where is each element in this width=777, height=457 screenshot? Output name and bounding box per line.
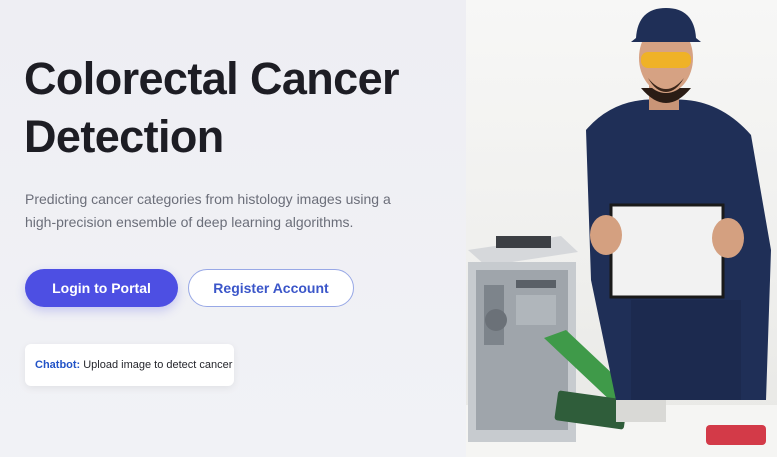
chatbot-label: Chatbot: — [35, 359, 81, 371]
hero-image-panel — [466, 0, 777, 457]
person-illustration — [586, 8, 771, 400]
login-button[interactable]: Login to Portal — [25, 269, 178, 307]
chatbot-card[interactable]: Chatbot: Upload image to detect cancer — [25, 344, 234, 386]
technician-illustration — [466, 8, 777, 457]
register-button[interactable]: Register Account — [188, 269, 354, 307]
chatbot-text: Upload image to detect cancer — [83, 359, 233, 371]
hero-subtitle: Predicting cancer categories from histol… — [25, 191, 391, 230]
hero-section: Colorectal Cancer Detection Predicting c… — [0, 0, 466, 457]
page-title: Colorectal Cancer Detection — [24, 53, 400, 162]
